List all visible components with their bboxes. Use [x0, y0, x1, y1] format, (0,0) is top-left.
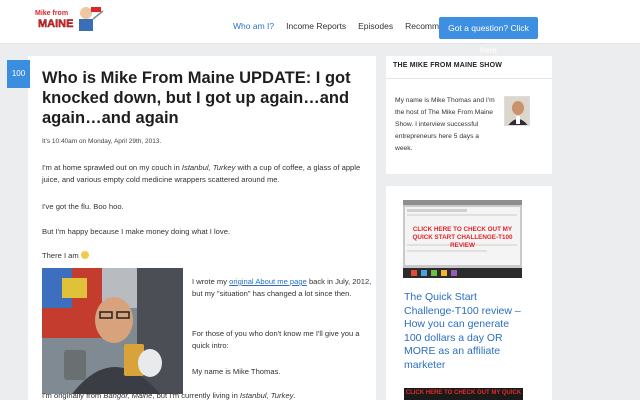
post-paragraph-6: For those of you who don't know me I'll … [192, 329, 360, 350]
about-me-link[interactable]: original About me page [229, 277, 307, 286]
main-nav: Who am I? Income Reports Episodes Recomm… [227, 17, 469, 35]
post-paragraph-1: I'm at home sprawled out on my couch in … [42, 163, 361, 184]
site-logo[interactable]: Mike from MAINE [33, 2, 105, 34]
show-widget-text: My name is Mike Thomas and I'm the host … [395, 97, 495, 152]
post-date: It's 10:40am on Monday, April 29th, 2013… [42, 138, 162, 145]
post-paragraph-7: My name is Mike Thomas. [192, 367, 281, 376]
post-title[interactable]: Who is Mike From Maine UPDATE: I got kno… [42, 68, 372, 128]
ask-question-button[interactable]: Got a question? Click here [439, 17, 538, 55]
post-paragraph-4: There I am [42, 250, 372, 262]
post-paragraph-8: I'm originally from Bangor, Maine, but I… [42, 391, 296, 400]
show-widget-title: THE MIKE FROM MAINE SHOW [393, 62, 503, 69]
logo-text-2: MAINE [38, 18, 73, 30]
post-paragraph-5: I wrote my original About me page back i… [192, 277, 372, 298]
review-thumbnail-text: CLICK HERE TO CHECK OUT MY QUICK START C… [412, 226, 513, 249]
logo-text-1: Mike from [35, 10, 68, 17]
top-bar: Mike from MAINE Who am I? Income Reports… [0, 0, 640, 55]
smiley-icon [80, 251, 89, 259]
nav-income-reports[interactable]: Income Reports [280, 17, 352, 35]
post-paragraph-2: I've got the flu. Boo hoo. [42, 202, 124, 211]
author-photo [42, 268, 183, 394]
avatar [504, 96, 530, 126]
review-post-link[interactable]: The Quick Start Challenge-T100 review – … [404, 291, 526, 372]
post-paragraph-3: But I'm happy because I make money doing… [42, 227, 231, 236]
nav-who-am-i[interactable]: Who am I? [227, 17, 280, 35]
nav-episodes[interactable]: Episodes [352, 17, 399, 35]
show-widget-divider [386, 78, 552, 79]
review-thumbnail[interactable]: CLICK HERE TO CHECK OUT MY QUICK START C… [403, 200, 522, 278]
second-thumbnail-text: CLICK HERE TO CHECK OUT MY QUICK [405, 390, 522, 396]
second-review-thumbnail[interactable]: CLICK HERE TO CHECK OUT MY QUICK [404, 388, 523, 400]
comment-count-badge[interactable]: 100 [7, 60, 30, 88]
